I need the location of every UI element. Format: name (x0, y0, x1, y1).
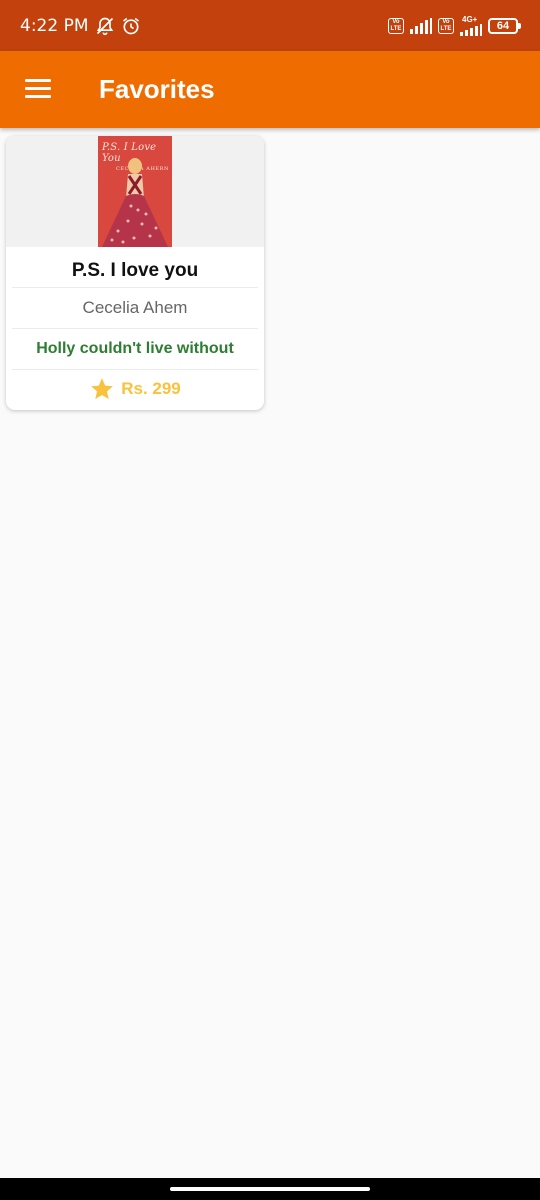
hamburger-menu-icon[interactable] (25, 79, 51, 99)
volte-top: Vo (442, 18, 450, 25)
volte-badge-sim1: Vo LTE (388, 17, 404, 34)
volte-bottom: LTE (440, 25, 452, 32)
cover-illustration (102, 158, 168, 247)
divider (12, 328, 258, 329)
status-time: 4:22 PM (20, 15, 89, 36)
muted-bell-icon (96, 17, 113, 35)
battery-icon: 64 (488, 17, 521, 34)
volte-badge-sim2: Vo LTE (438, 17, 454, 34)
book-cover-image: P.S. I Love You CECELIA AHERN (98, 136, 172, 247)
divider (12, 369, 258, 370)
volte-top: Vo (392, 18, 400, 25)
cover-area: P.S. I Love You CECELIA AHERN (6, 136, 264, 247)
battery-level: 64 (496, 19, 510, 32)
divider (12, 287, 258, 288)
book-card[interactable]: P.S. I Love You CECELIA AHERN P.S. I lov… (6, 136, 264, 410)
navigation-bar (0, 1178, 540, 1200)
network-type: 4G+ (462, 14, 478, 24)
volte-bottom: LTE (390, 25, 402, 32)
price-row: Rs. 299 (6, 376, 264, 402)
book-description: Holly couldn't live without (36, 340, 234, 357)
alarm-icon (122, 17, 139, 34)
star-icon (91, 378, 114, 399)
page-title: Favorites (99, 74, 215, 104)
status-bar: 4:22 PM Vo LTE Vo LTE 4G+ 64 (0, 0, 540, 51)
signal-icon (410, 17, 432, 34)
network-wrap: 4G+ (460, 14, 482, 36)
book-author: Cecelia Ahem (82, 298, 188, 317)
status-left: 4:22 PM (20, 16, 141, 36)
book-title: P.S. I love you (71, 260, 199, 280)
home-indicator[interactable] (170, 1187, 370, 1191)
signal-icon (460, 23, 482, 36)
app-bar: Favorites (0, 51, 540, 128)
book-price: Rs. 299 (121, 379, 181, 398)
status-right: Vo LTE Vo LTE 4G+ 64 (388, 14, 521, 36)
